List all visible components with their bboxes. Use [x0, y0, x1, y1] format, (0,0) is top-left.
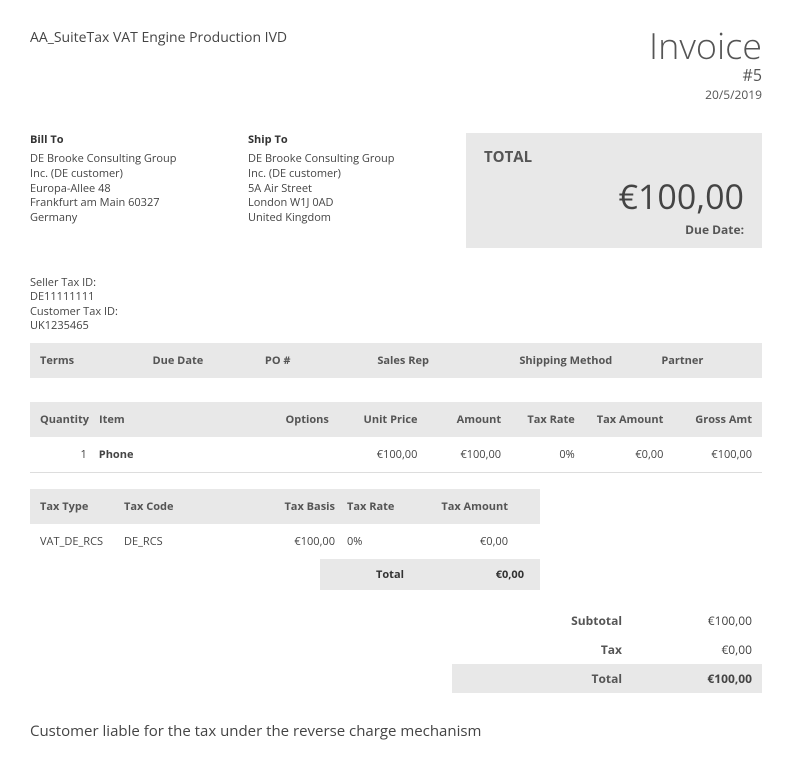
val-po — [261, 386, 369, 394]
meta-header-row: Terms Due Date PO # Sales Rep Shipping M… — [30, 343, 762, 378]
meta-value-row — [30, 378, 762, 402]
line-gross: €100,00 — [671, 445, 756, 464]
bill-to-line: Inc. (DE customer) — [30, 167, 230, 182]
tax-rate: 0% — [343, 532, 413, 551]
bill-to-line: Frankfurt am Main 60327 — [30, 196, 230, 211]
total-amount: €100,00 — [484, 173, 744, 219]
totals-block: Subtotal €100,00 Tax €0,00 Total €100,00 — [452, 606, 762, 693]
bill-to-block: Bill To DE Brooke Consulting Group Inc. … — [30, 133, 230, 248]
seller-tax-id-value: DE11111111 — [30, 290, 762, 304]
bill-to-label: Bill To — [30, 133, 230, 148]
line-item: Phone — [95, 445, 249, 464]
ship-to-line: DE Brooke Consulting Group — [248, 152, 448, 167]
customer-tax-id-label: Customer Tax ID: — [30, 305, 762, 319]
col-tax-amount2: Tax Amount — [417, 497, 512, 516]
tax-header-row: Tax Type Tax Code Tax Basis Tax Rate Tax… — [30, 489, 540, 524]
footer-note: Customer liable for the tax under the re… — [30, 721, 762, 741]
ship-to-line: London W1J 0AD — [248, 196, 448, 211]
col-due-date: Due Date — [148, 351, 256, 370]
tax-row-totals: Tax €0,00 — [452, 635, 762, 664]
total-label: TOTAL — [484, 147, 744, 167]
tax-ids: Seller Tax ID: DE11111111 Customer Tax I… — [30, 276, 762, 333]
val-due-date — [148, 386, 256, 394]
tax-code: DE_RCS — [120, 532, 250, 551]
ship-to-block: Ship To DE Brooke Consulting Group Inc. … — [248, 133, 448, 248]
line-qty: 1 — [36, 445, 91, 464]
customer-tax-id-value: UK1235465 — [30, 319, 762, 333]
col-sales-rep: Sales Rep — [373, 351, 511, 370]
col-amount: Amount — [425, 410, 505, 429]
tax-row: VAT_DE_RCS DE_RCS €100,00 0% €0,00 — [30, 524, 540, 559]
invoice-date: 20/5/2019 — [649, 86, 762, 103]
tax-label: Tax — [462, 641, 662, 658]
col-tax-type: Tax Type — [36, 497, 116, 516]
col-options: Options — [253, 410, 333, 429]
ship-to-line: Inc. (DE customer) — [248, 167, 448, 182]
subtotal-label: Subtotal — [462, 612, 662, 629]
val-partner — [657, 386, 756, 394]
tax-basis: €100,00 — [254, 532, 339, 551]
grand-total-row: Total €100,00 — [452, 664, 762, 693]
val-sales-rep — [373, 386, 511, 394]
col-terms: Terms — [36, 351, 144, 370]
col-tax-rate: Tax Rate — [509, 410, 579, 429]
ship-to-line: United Kingdom — [248, 211, 448, 226]
ship-to-line: 5A Air Street — [248, 182, 448, 197]
val-shipping — [515, 386, 653, 394]
line-header-row: Quantity Item Options Unit Price Amount … — [30, 402, 762, 437]
tax-total-label: Total — [326, 567, 404, 582]
tax-value: €0,00 — [662, 641, 752, 658]
subtotal-row: Subtotal €100,00 — [452, 606, 762, 635]
val-terms — [36, 386, 144, 394]
tax-type: VAT_DE_RCS — [36, 532, 116, 551]
line-unit-price: €100,00 — [337, 445, 422, 464]
company-name: AA_SuiteTax VAT Engine Production IVD — [30, 28, 287, 47]
col-tax-code: Tax Code — [120, 497, 250, 516]
line-tax-rate: 0% — [509, 445, 579, 464]
invoice-header: Invoice #5 20/5/2019 — [649, 28, 762, 103]
bill-to-line: Germany — [30, 211, 230, 226]
line-options — [253, 445, 333, 464]
total-box: TOTAL €100,00 Due Date: — [466, 133, 762, 248]
subtotal-value: €100,00 — [662, 612, 752, 629]
invoice-title: Invoice — [649, 28, 762, 64]
col-gross: Gross Amt — [671, 410, 756, 429]
seller-tax-id-label: Seller Tax ID: — [30, 276, 762, 290]
col-shipping: Shipping Method — [515, 351, 653, 370]
tax-summary: Tax Type Tax Code Tax Basis Tax Rate Tax… — [30, 489, 540, 590]
due-date-label: Due Date: — [484, 221, 744, 238]
bill-to-line: Europa-Allee 48 — [30, 182, 230, 197]
tax-amount: €0,00 — [417, 532, 512, 551]
col-po: PO # — [261, 351, 369, 370]
total-label: Total — [462, 670, 662, 687]
line-tax-amount: €0,00 — [583, 445, 668, 464]
tax-total-row: Total €0,00 — [320, 559, 540, 590]
ship-to-label: Ship To — [248, 133, 448, 148]
line-amount: €100,00 — [425, 445, 505, 464]
col-tax-basis: Tax Basis — [254, 497, 339, 516]
tax-total-amount: €0,00 — [496, 567, 534, 582]
col-partner: Partner — [657, 351, 756, 370]
col-unit-price: Unit Price — [337, 410, 422, 429]
col-qty: Quantity — [36, 410, 91, 429]
bill-to-line: DE Brooke Consulting Group — [30, 152, 230, 167]
line-item-row: 1 Phone €100,00 €100,00 0% €0,00 €100,00 — [30, 437, 762, 473]
col-tax-amount: Tax Amount — [583, 410, 668, 429]
total-value: €100,00 — [662, 670, 752, 687]
col-tax-rate2: Tax Rate — [343, 497, 413, 516]
col-item: Item — [95, 410, 249, 429]
